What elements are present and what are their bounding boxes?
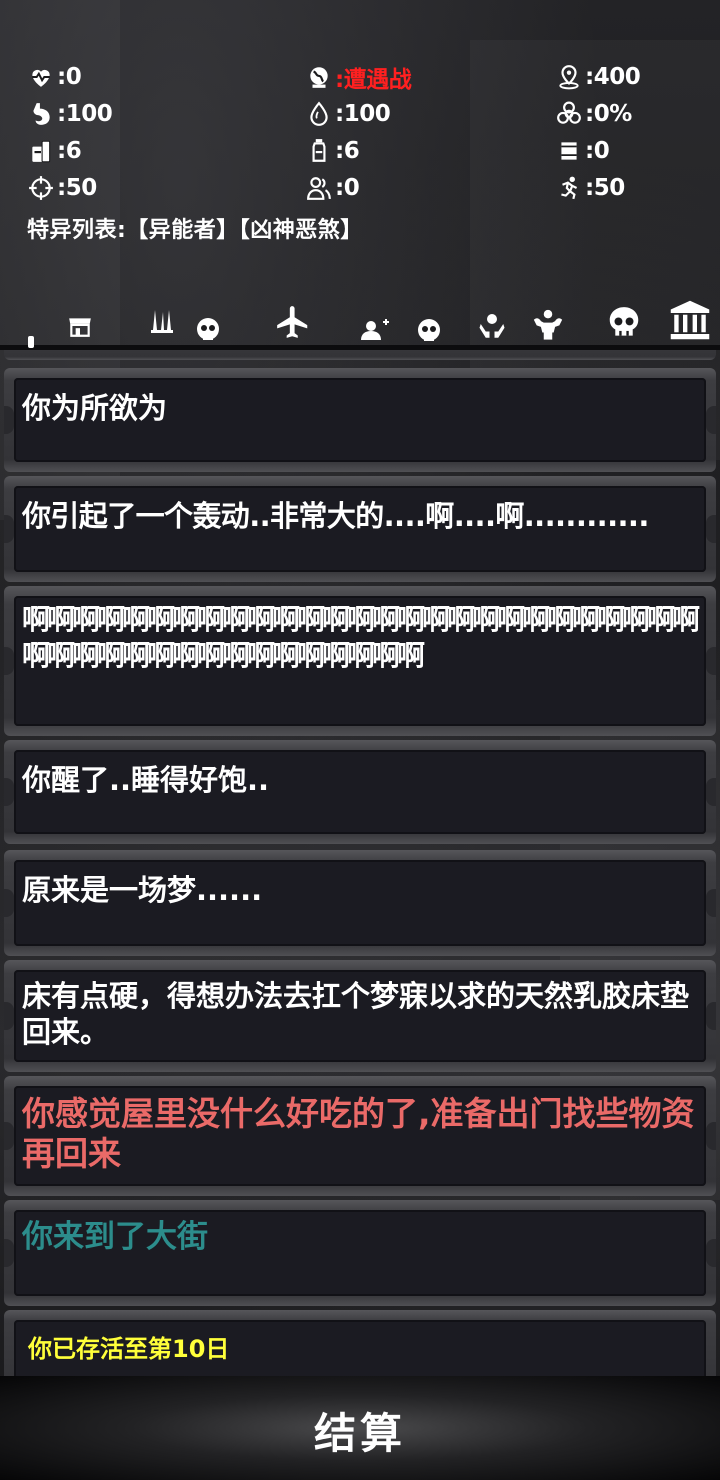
message-text: 啊啊啊啊啊啊啊啊啊啊啊啊啊啊啊啊啊啊啊啊啊啊啊啊啊啊啊啊啊啊啊啊啊啊啊啊啊啊啊啊… <box>22 603 700 672</box>
stats-panel: :0 :遭遇战 :400 :100 :100 :0%:6:6:0:50 … <box>26 58 706 206</box>
stat-row: :100 :100 :0% <box>26 95 706 132</box>
stat-water: :6 <box>304 137 554 165</box>
special-traits: 特异列表:【异能者】【凶神恶煞】 <box>27 218 363 243</box>
add-user-skull-icon <box>357 308 447 348</box>
bank-icon <box>668 299 712 345</box>
group-icon <box>304 174 334 202</box>
stat-supplies: :0 <box>554 137 610 165</box>
message-text: 床有点硬，得想办法去扛个梦寐以求的天然乳胶床垫回来。 <box>22 979 690 1049</box>
airplane-icon <box>274 303 312 345</box>
globe-encounter-icon <box>304 63 334 91</box>
list-item: 你引起了一个轰动..非常大的....啊....啊............ <box>4 476 716 582</box>
water-drop-icon <box>304 100 334 128</box>
location-pin-icon <box>554 63 584 91</box>
stat-agility: :50 <box>554 174 625 202</box>
message-text: 原来是一场梦...... <box>22 873 263 907</box>
stat-accuracy: :50 <box>26 174 304 202</box>
barrel-icon <box>554 137 584 165</box>
stat-distance: :400 <box>554 63 641 91</box>
list-item: 你来到了大街 <box>4 1200 716 1306</box>
hands-skull-icon <box>477 307 507 345</box>
tab-bank[interactable] <box>666 300 714 344</box>
message-text: 你引起了一个轰动..非常大的....啊....啊............ <box>22 499 649 533</box>
stat-status: :遭遇战 <box>304 60 554 94</box>
stomach-icon <box>26 100 56 128</box>
weapons-skull-icon <box>147 306 225 346</box>
message-text: 你醒了..睡得好饱.. <box>22 763 270 797</box>
stat-hunger: :100 <box>26 100 304 128</box>
tab-weapons[interactable] <box>146 306 226 346</box>
stat-thirst: :100 <box>304 100 554 128</box>
stat-companions: :0 <box>304 174 554 202</box>
stat-food: :6 <box>26 137 304 165</box>
skull-icon <box>605 303 643 347</box>
shop-icon <box>67 313 93 343</box>
stat-health: :0 <box>26 63 304 91</box>
list-item: 你醒了..睡得好饱.. <box>4 740 716 844</box>
heartbeat-icon <box>26 63 56 91</box>
stat-row: :50 :0 :50 <box>26 169 706 206</box>
tab-training[interactable] <box>528 306 568 346</box>
message-text: 你已存活至第10日 <box>28 1335 230 1363</box>
tab-travel[interactable] <box>272 304 314 344</box>
crosshair-icon <box>26 174 56 202</box>
message-text: 你为所欲为 <box>22 391 168 425</box>
message-text: 你来到了大街 <box>22 1219 208 1255</box>
message-text: 你感觉屋里没什么好吃的了,准备出门找些物资再回来 <box>22 1094 695 1173</box>
tab-recruit[interactable] <box>356 308 448 348</box>
list-item <box>4 350 716 360</box>
settle-button[interactable]: 结算 <box>260 1398 460 1462</box>
tab-shop[interactable] <box>62 310 98 346</box>
list-item: 你为所欲为 <box>4 368 716 472</box>
stat-row: :6 :6 :0 <box>26 132 706 169</box>
food-can-icon <box>26 137 56 165</box>
strongman-skull-icon <box>530 307 566 345</box>
stat-row: :0 :遭遇战 :400 <box>26 58 706 95</box>
tab-graveyard[interactable] <box>602 302 646 348</box>
biohazard-icon <box>554 100 584 128</box>
water-bottle-icon <box>304 137 334 165</box>
scroll-indicator <box>28 336 34 348</box>
list-item: 原来是一场梦...... <box>4 850 716 956</box>
list-item: 啊啊啊啊啊啊啊啊啊啊啊啊啊啊啊啊啊啊啊啊啊啊啊啊啊啊啊啊啊啊啊啊啊啊啊啊啊啊啊啊… <box>4 586 716 736</box>
running-person-icon <box>554 174 584 202</box>
list-item: 你感觉屋里没什么好吃的了,准备出门找些物资再回来 <box>4 1076 716 1196</box>
list-item: 你已存活至第10日 <box>4 1310 716 1376</box>
tab-skills[interactable] <box>474 306 510 346</box>
message-log[interactable]: 你为所欲为 你引起了一个轰动..非常大的....啊....啊..........… <box>0 350 720 1376</box>
list-item: 床有点硬，得想办法去扛个梦寐以求的天然乳胶床垫回来。 <box>4 960 716 1072</box>
stat-infection: :0% <box>554 100 632 128</box>
